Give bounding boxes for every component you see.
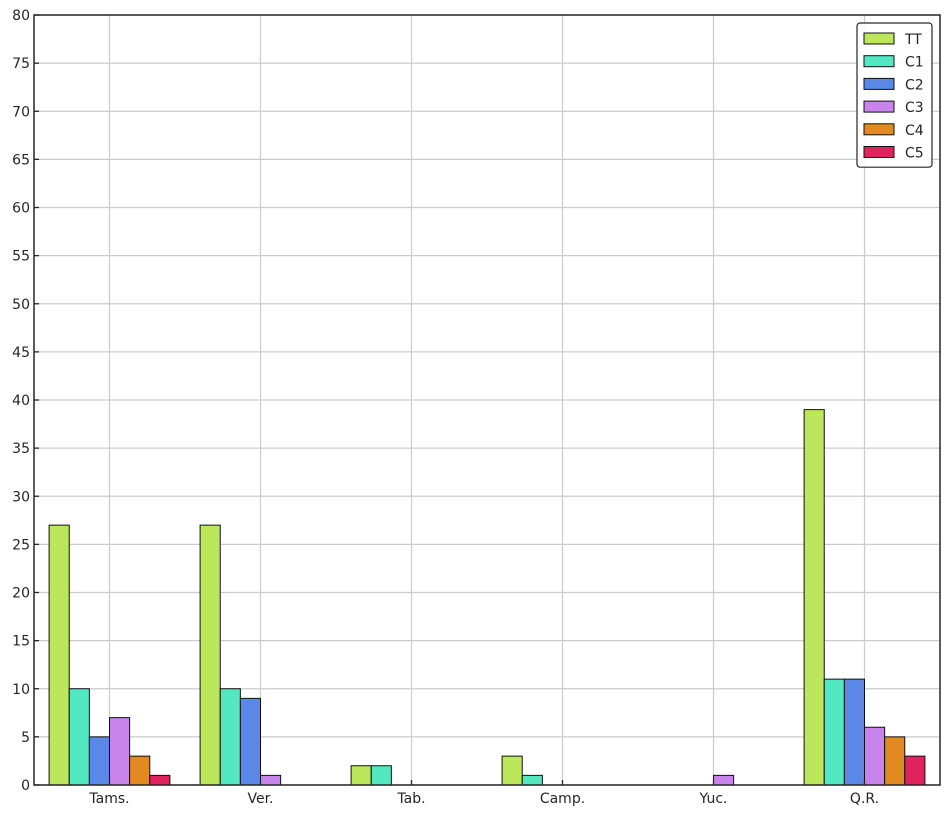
bar-c5-0 [149,774,171,786]
y-tick-label: 0 [21,778,30,794]
legend-swatch-c5 [863,146,895,158]
x-tick-label: Q.R. [850,791,879,807]
bar-tt-5 [803,409,825,786]
bar-tt-2 [350,765,372,786]
y-tick-label: 45 [12,345,30,361]
bar-tt-0 [48,524,70,786]
y-tick-label: 75 [12,56,30,72]
bar-c2-5 [843,678,865,786]
legend-label-c4: C4 [905,123,924,139]
bar-c4-0 [129,755,151,786]
y-tick-label: 65 [12,152,30,168]
bar-c1-2 [370,765,392,786]
legend-label-c5: C5 [905,146,924,162]
x-tick-label: Yuc. [699,791,728,807]
chart-container: 0 5 10 15 20 25 30 35 40 45 50 55 60 65 70 75 80 Tams. Ve… [0,0,951,815]
y-tick-label: 10 [12,682,30,698]
x-tick-label: Camp. [540,791,585,807]
bar-c3-4 [713,774,735,786]
bar-tt-1 [199,524,221,786]
y-tick-label: 80 [12,8,30,24]
legend-swatch-c1 [863,55,895,68]
bar-c2-1 [239,697,262,786]
y-tick-label: 5 [21,730,30,746]
bar-c4-5 [884,736,906,786]
bar-tt-3 [501,755,523,786]
bar-c1-3 [521,774,543,786]
bar-c1-1 [219,688,241,786]
bars [48,409,926,786]
legend-label-tt: TT [904,32,922,48]
y-tick-label: 35 [12,441,30,457]
y-tick-label: 50 [12,297,30,313]
y-tick-label: 25 [12,537,30,553]
legend-label-c1: C1 [905,55,924,71]
bar-chart: 0 5 10 15 20 25 30 35 40 45 50 55 60 65 70 75 80 Tams. Ve… [12,8,941,807]
bar-c3-1 [260,774,282,786]
bar-c1-0 [68,688,90,786]
x-tick-label: Tams. [88,791,129,807]
bar-c3-0 [109,717,131,786]
x-tick-label: Tab. [396,791,425,807]
bar-c2-0 [88,736,111,786]
y-axis: 0 5 10 15 20 25 30 35 40 45 50 55 60 65 70 75 80 [12,8,39,794]
legend: TT C1 C2 C3 C4 C5 [856,22,933,168]
legend-swatch-c2 [863,77,895,90]
y-tick-label: 30 [12,489,30,505]
y-tick-label: 55 [12,249,30,265]
legend-swatch-c4 [863,123,895,136]
legend-swatch-c3 [863,100,895,113]
bar-c3-5 [864,726,886,786]
y-tick-label: 70 [12,104,30,120]
legend-label-c2: C2 [905,77,924,93]
y-tick-label: 60 [12,201,30,217]
y-tick-label: 20 [12,586,30,602]
y-tick-label: 40 [12,393,30,409]
y-tick-label: 15 [12,634,30,650]
x-tick-label: Ver. [247,791,273,807]
bar-c5-5 [904,755,926,786]
bar-c1-5 [823,678,845,786]
legend-swatch-tt [863,32,895,45]
legend-label-c3: C3 [905,100,924,116]
